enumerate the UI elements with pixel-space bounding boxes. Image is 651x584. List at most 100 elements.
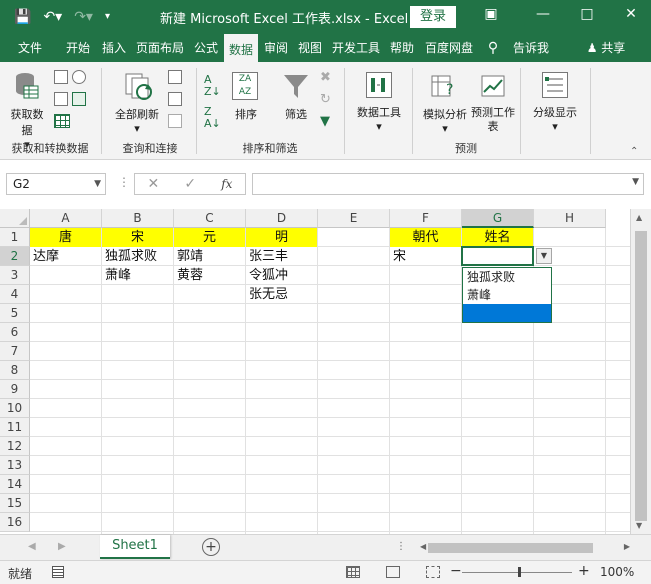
scroll-down-icon[interactable]: ▼ [636,521,642,530]
sort-az-icon[interactable]: A Z↓ [204,74,221,98]
filter-button[interactable]: 筛选 [276,106,316,122]
maximize-icon[interactable]: □ [572,6,602,22]
page-layout-view-icon[interactable] [386,566,400,578]
column-header[interactable]: F [390,209,462,228]
select-all-corner[interactable] [0,209,30,228]
cell-b3[interactable]: 萧峰 [102,266,173,285]
share-button[interactable]: ♟ 共享 [580,34,632,62]
zoom-slider[interactable] [462,572,572,573]
minimize-icon[interactable]: — [528,6,558,22]
tab-formulas[interactable]: 公式 [190,34,222,62]
zoom-in-icon[interactable]: + [578,563,590,579]
clear-filter-icon[interactable]: ✖ [320,70,331,85]
tab-developer[interactable]: 开发工具 [328,34,384,62]
prev-sheet-icon[interactable]: ◀ [28,541,36,552]
from-table-icon[interactable] [54,92,68,106]
cell-d4[interactable]: 张无忌 [246,285,317,304]
tab-insert[interactable]: 插入 [98,34,130,62]
row-header[interactable]: 5 [0,304,30,323]
customize-qat-icon[interactable]: ▾ [105,7,110,27]
row-header[interactable]: 8 [0,361,30,380]
sheet-tab-sheet1[interactable]: Sheet1 [100,535,170,559]
expand-formula-icon[interactable]: ▼ [632,177,639,187]
sort-za-icon[interactable]: Z A↓ [204,106,221,130]
column-header[interactable]: H [534,209,606,228]
cell-c2[interactable]: 郭靖 [174,247,245,266]
close-icon[interactable]: ✕ [616,6,646,22]
scroll-left-icon[interactable]: ◀ [420,542,426,551]
recent-sources-icon[interactable] [72,92,86,106]
data-tools-button[interactable]: 数据工具 ▾ [348,104,410,133]
column-header[interactable]: A [30,209,102,228]
login-button[interactable]: 登录 [410,6,456,28]
row-header[interactable]: 15 [0,494,30,513]
forecast-sheet-button[interactable]: 预测工作表 [470,106,516,134]
cell-a1[interactable]: 唐 [30,228,101,247]
horizontal-scrollbar[interactable]: ◀ ▶ [420,541,630,555]
queries-connections-icon[interactable] [168,70,182,84]
insert-function-icon[interactable]: fx [221,177,232,191]
existing-connections-icon[interactable] [54,114,70,128]
zoom-slider-knob[interactable] [518,567,521,577]
refresh-all-button[interactable]: 全部刷新 ▾ [108,106,166,135]
dropdown-option[interactable]: 独孤求败 [463,268,551,286]
zoom-percent[interactable]: 100% [600,565,634,579]
column-header[interactable]: D [246,209,318,228]
redo-icon[interactable]: ↷▾ [74,7,93,27]
cell-b1[interactable]: 宋 [102,228,173,247]
column-header[interactable]: G [462,209,534,228]
name-box[interactable]: G2 ▼ [6,173,106,195]
cell-d3[interactable]: 令狐冲 [246,266,317,285]
row-header[interactable]: 6 [0,323,30,342]
what-if-button[interactable]: 模拟分析 ▾ [416,106,474,135]
tab-help[interactable]: 帮助 [386,34,418,62]
edit-links-icon[interactable] [168,114,182,128]
row-header[interactable]: 10 [0,399,30,418]
reapply-icon[interactable]: ↻ [320,92,331,107]
tab-view[interactable]: 视图 [294,34,326,62]
tab-file[interactable]: 文件 [10,34,50,62]
cell-f1[interactable]: 朝代 [390,228,461,247]
row-header[interactable]: 16 [0,513,30,532]
cell-c1[interactable]: 元 [174,228,245,247]
row-header[interactable]: 3 [0,266,30,285]
from-web-icon[interactable] [72,70,86,84]
row-header[interactable]: 1 [0,228,30,247]
cell-g1[interactable]: 姓名 [462,228,533,247]
cell-f2[interactable]: 宋 [390,247,461,266]
row-header[interactable]: 14 [0,475,30,494]
zoom-out-icon[interactable]: − [450,563,462,579]
cell-c3[interactable]: 黄蓉 [174,266,245,285]
advanced-filter-icon[interactable]: ▼ [320,114,330,129]
scroll-thumb[interactable] [635,231,647,521]
tab-split-icon[interactable]: ⋮ [396,541,406,552]
save-icon[interactable]: 💾 [14,7,31,27]
row-header[interactable]: 7 [0,342,30,361]
cell-b2[interactable]: 独孤求败 [102,247,173,266]
cell-d1[interactable]: 明 [246,228,317,247]
normal-view-icon[interactable] [346,566,360,578]
next-sheet-icon[interactable]: ▶ [58,541,66,552]
vertical-scrollbar[interactable]: ▲ ▼ [630,209,651,534]
validation-dropdown-icon[interactable]: ▼ [536,248,552,264]
dropdown-option[interactable] [463,304,551,322]
add-sheet-icon[interactable]: + [202,538,220,556]
macro-record-icon[interactable] [52,566,64,578]
tab-page-layout[interactable]: 页面布局 [132,34,188,62]
cell-d2[interactable]: 张三丰 [246,247,317,266]
scroll-right-icon[interactable]: ▶ [624,542,630,551]
properties-icon[interactable] [168,92,182,106]
cell-a2[interactable]: 达摩 [30,247,101,266]
sort-button[interactable]: 排序 [226,106,266,122]
tab-review[interactable]: 审阅 [260,34,292,62]
undo-icon[interactable]: ↶▾ [43,7,62,27]
tab-data[interactable]: 数据 [224,34,258,62]
column-header[interactable]: B [102,209,174,228]
dropdown-option[interactable]: 萧峰 [463,286,551,304]
hscroll-thumb[interactable] [428,543,593,553]
active-cell-g2[interactable] [461,246,534,266]
scroll-up-icon[interactable]: ▲ [636,213,642,222]
row-header[interactable]: 9 [0,380,30,399]
tab-baidu-netdisk[interactable]: 百度网盘 [420,34,478,62]
formula-input[interactable]: ▼ [252,173,644,195]
